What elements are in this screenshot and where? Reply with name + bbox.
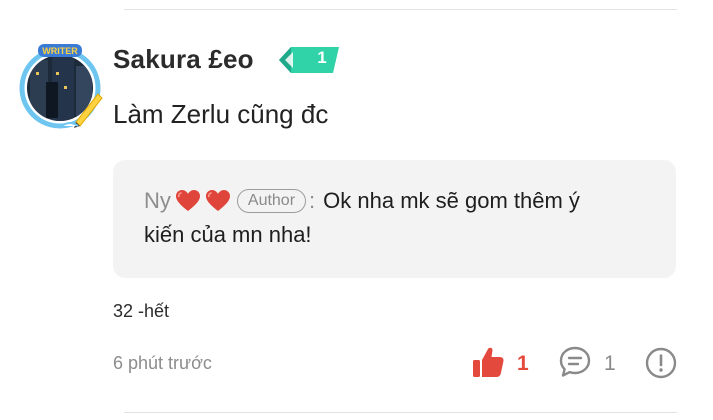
comment-username[interactable]: Sakura £eo — [113, 44, 254, 75]
extra-note: 32 -hết — [113, 301, 170, 321]
timestamp: 6 phút trước — [113, 353, 212, 373]
heart-icon — [175, 189, 201, 213]
level-badge: 1 — [279, 47, 341, 73]
reply-comment-button[interactable]: 1 — [558, 346, 620, 382]
comment-text: Làm Zerlu cũng đc — [113, 99, 329, 129]
like-button[interactable]: 1 — [471, 346, 531, 382]
author-tag: Author — [236, 189, 307, 213]
exclamation-circle-icon — [645, 347, 677, 379]
bottom-divider — [124, 412, 677, 413]
level-number: 1 — [317, 48, 327, 67]
avatar[interactable]: WRITER — [16, 42, 104, 130]
avatar-badge-text: WRITER — [42, 46, 78, 56]
thumbs-up-icon — [471, 345, 505, 384]
like-count: 1 — [517, 352, 529, 375]
top-divider — [124, 9, 677, 10]
reply-text-line-1: Ok nha mk sẽ gom thêm ý — [323, 188, 580, 213]
comment-count: 1 — [604, 352, 616, 375]
reply-separator: : — [309, 188, 316, 213]
speech-bubble-icon — [558, 345, 592, 384]
heart-icon — [205, 189, 231, 213]
reply-line-1: Ny Author : Ok nha mk sẽ gom thêm ý — [144, 185, 580, 217]
report-button[interactable] — [645, 347, 677, 379]
reply-text-line-2: kiến của mn nha! — [144, 222, 312, 247]
author-reply[interactable]: Ny Author : Ok nha mk sẽ gom thêm ý kiến… — [113, 160, 676, 278]
reply-author-name[interactable]: Ny — [144, 188, 171, 214]
